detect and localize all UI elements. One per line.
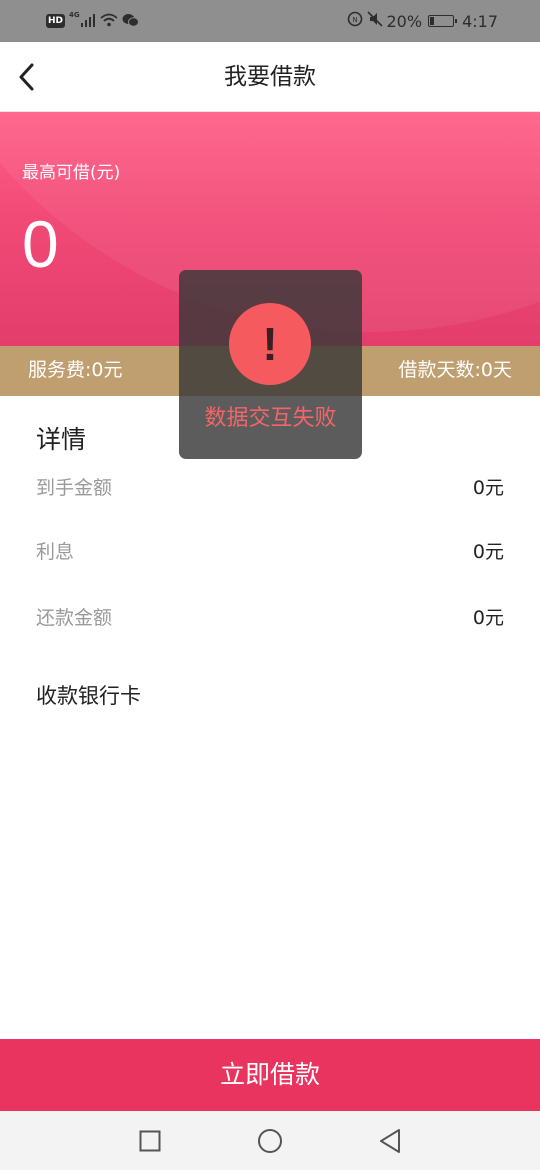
page-title: 我要借款 [224, 64, 316, 90]
wifi-icon [100, 12, 118, 31]
recents-square-icon [139, 1130, 161, 1152]
chevron-left-icon [19, 63, 34, 91]
status-clock: 4:17 [462, 11, 498, 31]
status-bar: HD 4G N 20% 4:17 [0, 0, 540, 42]
hd-badge: HD [46, 14, 66, 28]
toast-message: 数据交互失败 [204, 406, 337, 431]
back-nav-button[interactable] [374, 1125, 406, 1157]
detail-value: 0元 [472, 541, 504, 563]
loan-days-text: 借款天数:0天 [398, 359, 513, 381]
cell-signal-icon [80, 12, 95, 31]
battery-percent: 20% [386, 11, 423, 31]
detail-row-interest: 利息 0元 [36, 536, 504, 568]
mute-icon [366, 11, 383, 31]
detail-label: 利息 [36, 541, 75, 563]
receiving-bank-card-row[interactable]: 收款银行卡 [36, 680, 141, 712]
exclamation-icon: ! [229, 303, 311, 385]
error-toast: ! 数据交互失败 [179, 270, 362, 459]
nfc-icon: N [347, 11, 363, 31]
svg-text:N: N [352, 16, 357, 24]
detail-value: 0元 [472, 477, 504, 499]
recents-button[interactable] [134, 1125, 166, 1157]
max-borrow-label: 最高可借(元) [22, 163, 121, 183]
max-borrow-amount: 0 [22, 207, 59, 281]
battery-icon [428, 15, 458, 27]
detail-label: 到手金额 [36, 477, 113, 499]
status-bar-left: HD 4G [46, 10, 139, 32]
detail-value: 0元 [472, 607, 504, 629]
network-type-label: 4G [69, 11, 80, 19]
system-navigation-bar [0, 1111, 540, 1170]
back-button[interactable] [10, 60, 44, 94]
top-navigation-bar: 我要借款 [0, 42, 540, 112]
status-bar-right: N 20% 4:17 [347, 10, 498, 32]
wechat-icon [122, 12, 139, 31]
home-circle-icon [258, 1129, 282, 1153]
detail-row-received-amount: 到手金额 0元 [36, 472, 504, 504]
battery-level-fill [430, 17, 435, 25]
detail-label: 还款金额 [36, 607, 113, 629]
details-heading: 详情 [36, 425, 87, 454]
home-button[interactable] [254, 1125, 286, 1157]
borrow-now-button[interactable]: 立即借款 [0, 1039, 540, 1111]
detail-row-repayment-amount: 还款金额 0元 [36, 602, 504, 634]
service-fee-text: 服务费:0元 [28, 359, 123, 381]
back-triangle-icon [380, 1129, 400, 1153]
